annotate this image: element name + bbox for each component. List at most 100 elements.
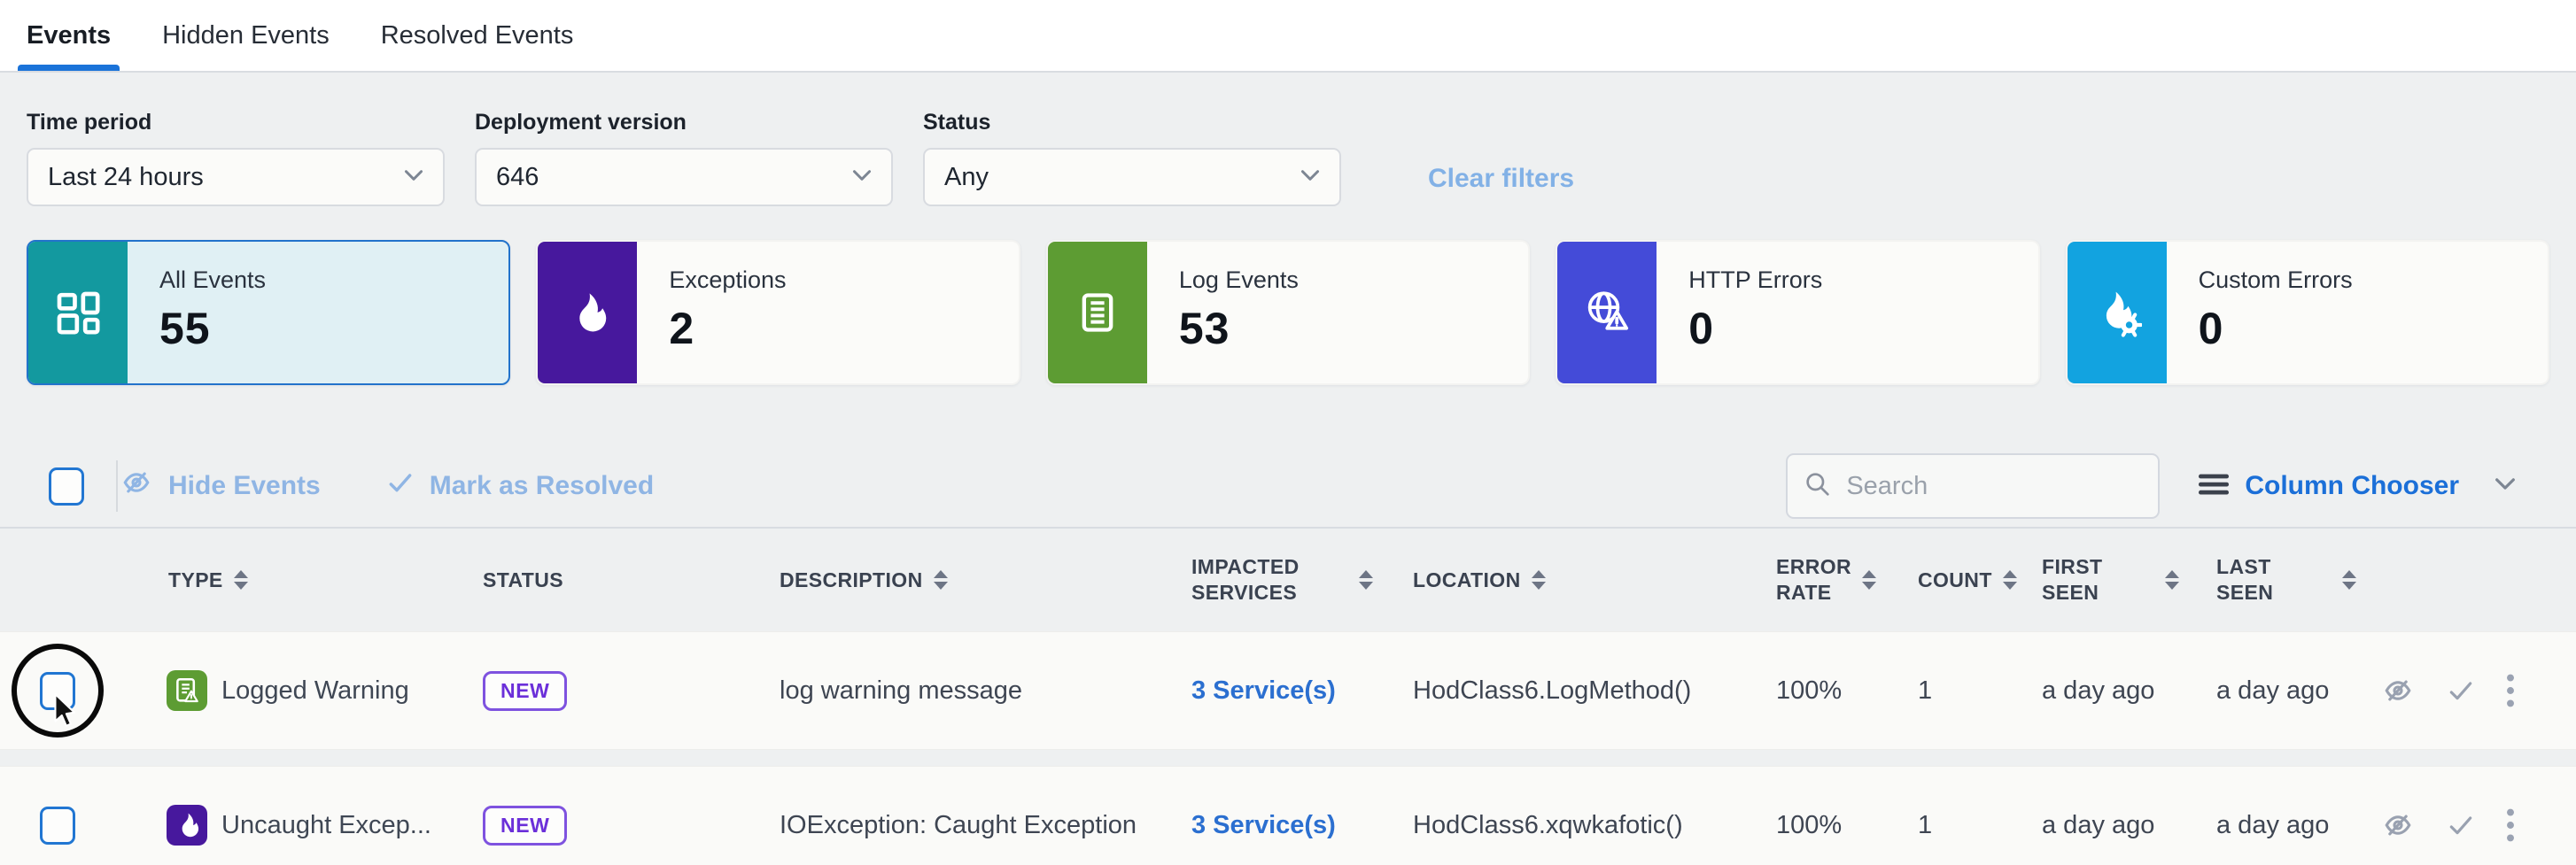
more-options-kebab-icon[interactable] bbox=[2505, 806, 2516, 845]
filter-status-label: Status bbox=[923, 110, 1341, 135]
count-value: 1 bbox=[1896, 811, 2002, 840]
sort-icon bbox=[234, 570, 248, 590]
card-label: HTTP Errors bbox=[1688, 266, 1822, 294]
deployment-version-value: 646 bbox=[496, 163, 539, 192]
impacted-services-link[interactable]: 3 Service(s) bbox=[1178, 676, 1373, 706]
filter-deployment-version: Deployment version 646 bbox=[475, 110, 893, 206]
filter-status: Status Any bbox=[923, 110, 1341, 206]
card-label: Exceptions bbox=[669, 266, 786, 294]
event-type-label: Uncaught Excep... bbox=[221, 811, 431, 840]
eye-slash-icon bbox=[118, 467, 155, 505]
column-chooser-button[interactable]: Column Chooser bbox=[2199, 471, 2516, 501]
status-select[interactable]: Any bbox=[923, 148, 1341, 206]
column-header-error-rate[interactable]: ERROR RATE bbox=[1763, 554, 1874, 606]
globe-warning-icon bbox=[1557, 242, 1657, 383]
row-checkbox[interactable] bbox=[40, 672, 75, 710]
error-rate-value: 100% bbox=[1763, 676, 1874, 706]
first-seen-value: a day ago bbox=[2002, 811, 2179, 840]
chevron-down-icon bbox=[404, 169, 423, 186]
tabs-bar: Events Hidden Events Resolved Events bbox=[0, 0, 2576, 73]
select-all-checkbox[interactable] bbox=[49, 467, 84, 506]
sort-icon bbox=[2342, 570, 2356, 590]
event-location: HodClass6.LogMethod() bbox=[1382, 676, 1763, 706]
event-location: HodClass6.xqwkafotic() bbox=[1382, 811, 1763, 840]
card-log-events[interactable]: Log Events 53 bbox=[1046, 240, 1530, 385]
more-options-kebab-icon[interactable] bbox=[2505, 671, 2516, 710]
check-icon bbox=[384, 468, 416, 504]
status-badge: NEW bbox=[483, 671, 567, 711]
summary-cards: All Events 55 Exceptions 2 bbox=[0, 206, 2576, 385]
card-count: 0 bbox=[1688, 303, 1822, 354]
event-description: log warning message bbox=[762, 676, 1178, 706]
card-label: All Events bbox=[159, 266, 266, 294]
card-exceptions[interactable]: Exceptions 2 bbox=[536, 240, 1020, 385]
search-input[interactable] bbox=[1844, 471, 2142, 502]
card-http-errors[interactable]: HTTP Errors 0 bbox=[1556, 240, 2039, 385]
status-badge: NEW bbox=[483, 806, 567, 846]
error-rate-value: 100% bbox=[1763, 811, 1874, 840]
sort-icon bbox=[1862, 570, 1876, 590]
impacted-services-link[interactable]: 3 Service(s) bbox=[1178, 811, 1373, 840]
dashboard-grid-icon bbox=[28, 242, 128, 383]
chevron-down-icon bbox=[852, 169, 872, 186]
flame-icon bbox=[538, 242, 637, 383]
tab-resolved-events[interactable]: Resolved Events bbox=[381, 0, 574, 71]
table-row: Logged Warning NEW log warning message 3… bbox=[0, 631, 2576, 750]
hide-events-label: Hide Events bbox=[168, 471, 321, 501]
event-type-label: Logged Warning bbox=[221, 676, 409, 706]
events-dashboard: Events Hidden Events Resolved Events Tim… bbox=[0, 0, 2576, 865]
sort-icon bbox=[1532, 570, 1546, 590]
log-document-icon bbox=[1048, 242, 1147, 383]
search-icon bbox=[1804, 470, 1832, 503]
hide-event-button[interactable] bbox=[2379, 676, 2417, 706]
hide-events-button[interactable]: Hide Events bbox=[118, 467, 321, 505]
event-description: IOException: Caught Exception bbox=[762, 811, 1178, 840]
row-checkbox[interactable] bbox=[40, 807, 75, 845]
clear-filters-button[interactable]: Clear filters bbox=[1428, 164, 1574, 194]
card-label: Custom Errors bbox=[2199, 266, 2353, 294]
hamburger-icon bbox=[2199, 472, 2229, 501]
mark-resolved-button[interactable] bbox=[2445, 676, 2477, 705]
time-period-select[interactable]: Last 24 hours bbox=[27, 148, 445, 206]
card-all-events[interactable]: All Events 55 bbox=[27, 240, 510, 385]
card-custom-errors[interactable]: Custom Errors 0 bbox=[2066, 240, 2549, 385]
chevron-down-icon bbox=[1300, 169, 1320, 186]
column-chooser-label: Column Chooser bbox=[2245, 471, 2459, 501]
table-row: Uncaught Excep... NEW IOException: Caugh… bbox=[0, 766, 2576, 865]
search-box bbox=[1786, 453, 2160, 519]
hide-event-button[interactable] bbox=[2379, 810, 2417, 840]
last-seen-value: a day ago bbox=[2179, 811, 2356, 840]
time-period-value: Last 24 hours bbox=[48, 163, 204, 192]
filter-time-period-label: Time period bbox=[27, 110, 445, 135]
mark-resolved-button[interactable] bbox=[2445, 811, 2477, 839]
tab-hidden-events[interactable]: Hidden Events bbox=[162, 0, 330, 71]
column-header-last-seen[interactable]: LAST SEEN bbox=[2179, 554, 2356, 606]
card-count: 53 bbox=[1179, 303, 1299, 354]
count-value: 1 bbox=[1896, 676, 2002, 706]
table-toolbar: Hide Events Mark as Resolved bbox=[0, 445, 2576, 527]
column-header-first-seen[interactable]: FIRST SEEN bbox=[2002, 554, 2179, 606]
column-header-status[interactable]: STATUS bbox=[461, 568, 762, 593]
column-header-description[interactable]: DESCRIPTION bbox=[762, 568, 1178, 593]
deployment-version-select[interactable]: 646 bbox=[475, 148, 893, 206]
card-label: Log Events bbox=[1179, 266, 1299, 294]
card-count: 55 bbox=[159, 303, 266, 354]
table-header: TYPE STATUS DESCRIPTION IMPACTED SERVICE… bbox=[0, 529, 2576, 631]
filter-time-period: Time period Last 24 hours bbox=[27, 110, 445, 206]
column-header-count[interactable]: COUNT bbox=[1896, 568, 2002, 593]
last-seen-value: a day ago bbox=[2179, 676, 2356, 706]
filter-deployment-version-label: Deployment version bbox=[475, 110, 893, 135]
column-header-impacted-services[interactable]: IMPACTED SERVICES bbox=[1178, 554, 1373, 606]
column-header-location[interactable]: LOCATION bbox=[1382, 568, 1763, 593]
flame-icon bbox=[167, 805, 207, 846]
mark-as-resolved-button[interactable]: Mark as Resolved bbox=[384, 468, 654, 504]
card-count: 0 bbox=[2199, 303, 2353, 354]
log-warning-icon bbox=[167, 670, 207, 711]
tab-events[interactable]: Events bbox=[27, 0, 111, 71]
card-count: 2 bbox=[669, 303, 786, 354]
flame-gear-icon bbox=[2068, 242, 2167, 383]
column-header-type[interactable]: TYPE bbox=[115, 568, 461, 593]
sort-icon bbox=[934, 570, 948, 590]
sort-icon bbox=[1359, 570, 1373, 590]
mark-as-resolved-label: Mark as Resolved bbox=[430, 471, 654, 501]
